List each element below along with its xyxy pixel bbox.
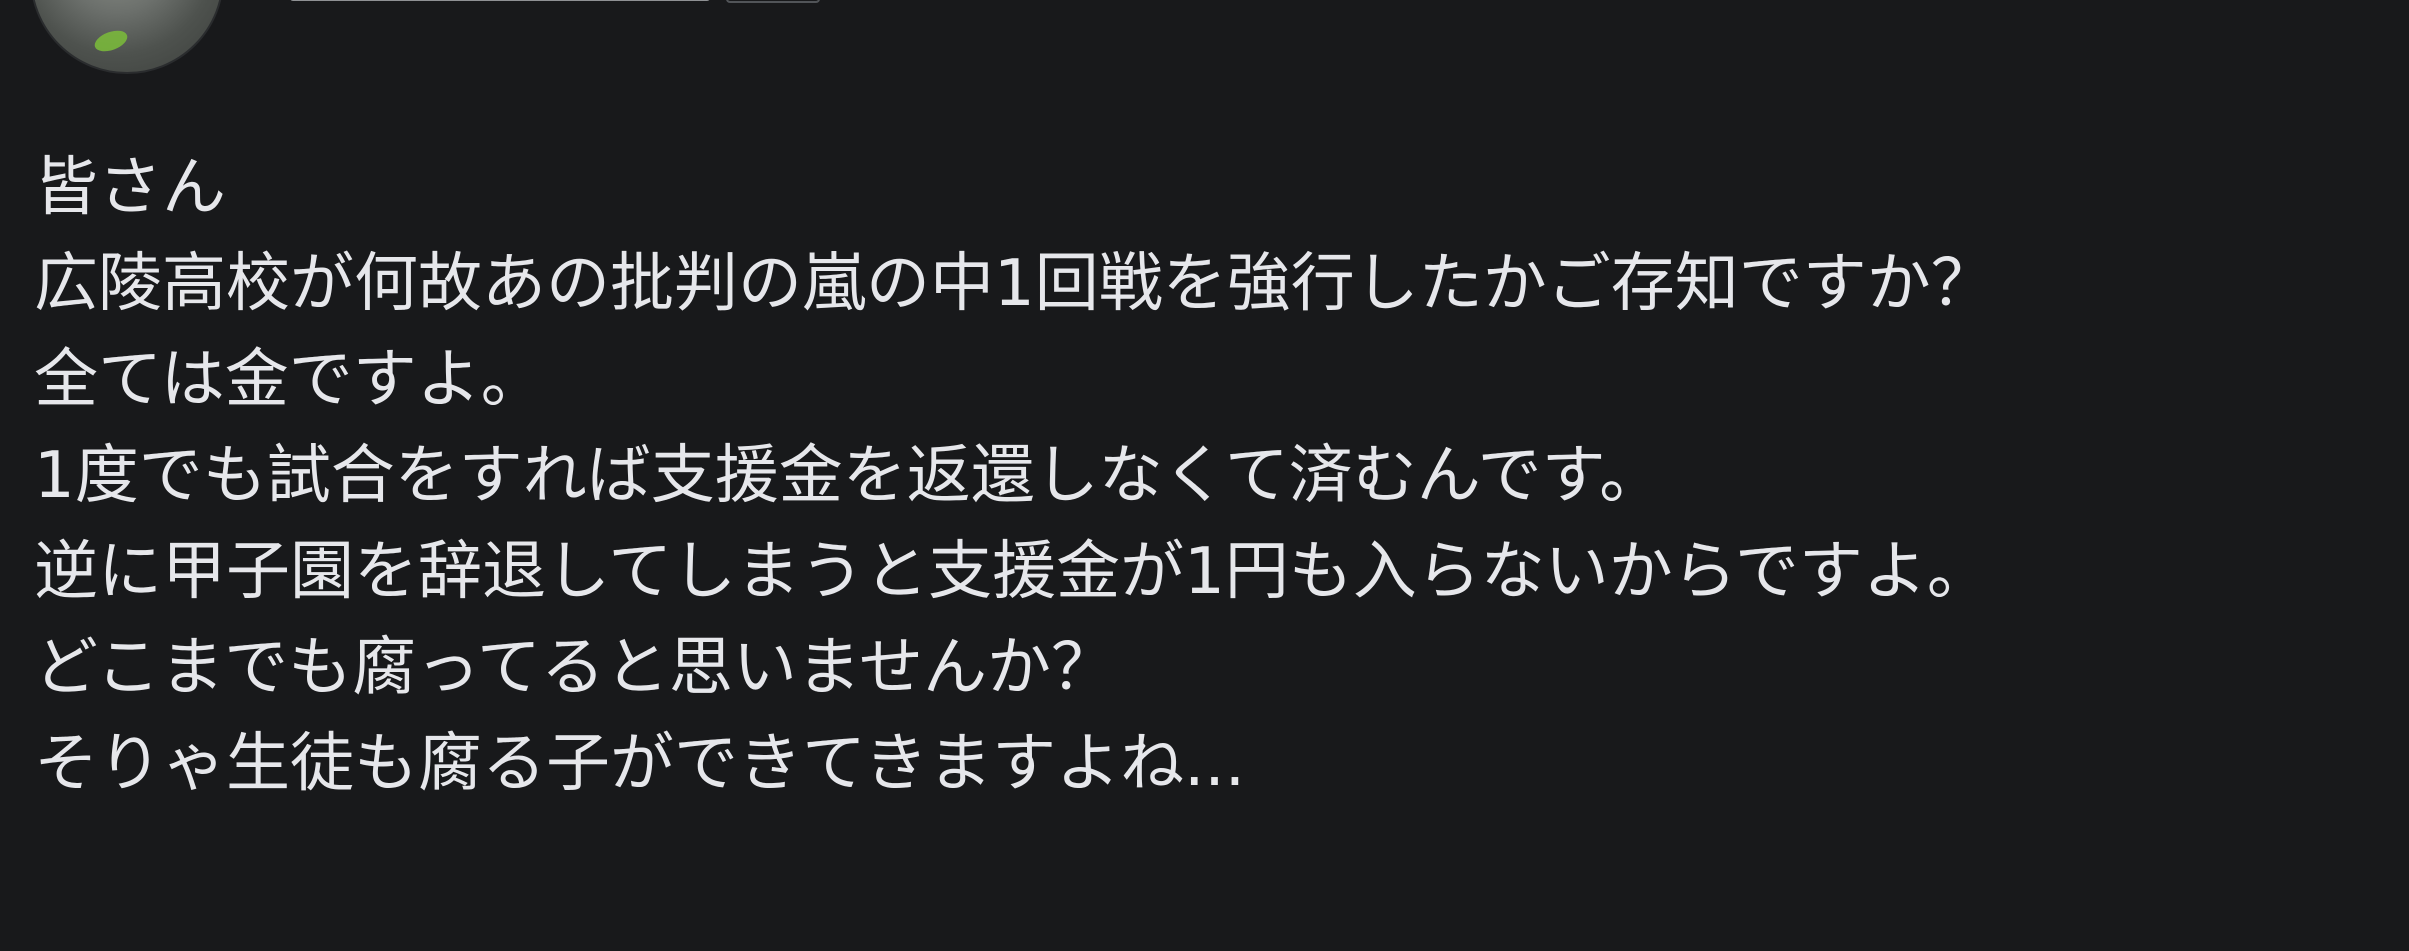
avatar-image-detail [91,26,131,56]
post-line: 皆さん [34,151,226,225]
post-line: 広陵高校が何故あの批判の嵐の中1回戦を強行したかご存知ですか？ [34,247,1995,321]
author-name[interactable] [290,0,710,1]
author-avatar[interactable] [30,0,224,74]
post-line: 逆に甲子園を辞退してしまうと支援金が1円も入らないからですよ。 [34,535,1991,609]
post-line: 全ては金ですよ。 [34,343,545,417]
comment-post: 皆さん 広陵高校が何故あの批判の嵐の中1回戦を強行したかご存知ですか？ 全ては金… [0,0,2409,951]
post-line: どこまでも腐ってると思いませんか？ [34,631,1115,705]
post-line: そりゃ生徒も腐る子ができてきますよね... [34,727,1246,801]
author-badge [726,0,820,3]
post-body: 皆さん 広陵高校が何故あの批判の嵐の中1回戦を強行したかご存知ですか？ 全ては金… [34,140,2374,812]
post-line: 1度でも試合をすれば支援金を返還しなくて済むんです。 [34,439,1664,513]
author-header [290,0,820,6]
